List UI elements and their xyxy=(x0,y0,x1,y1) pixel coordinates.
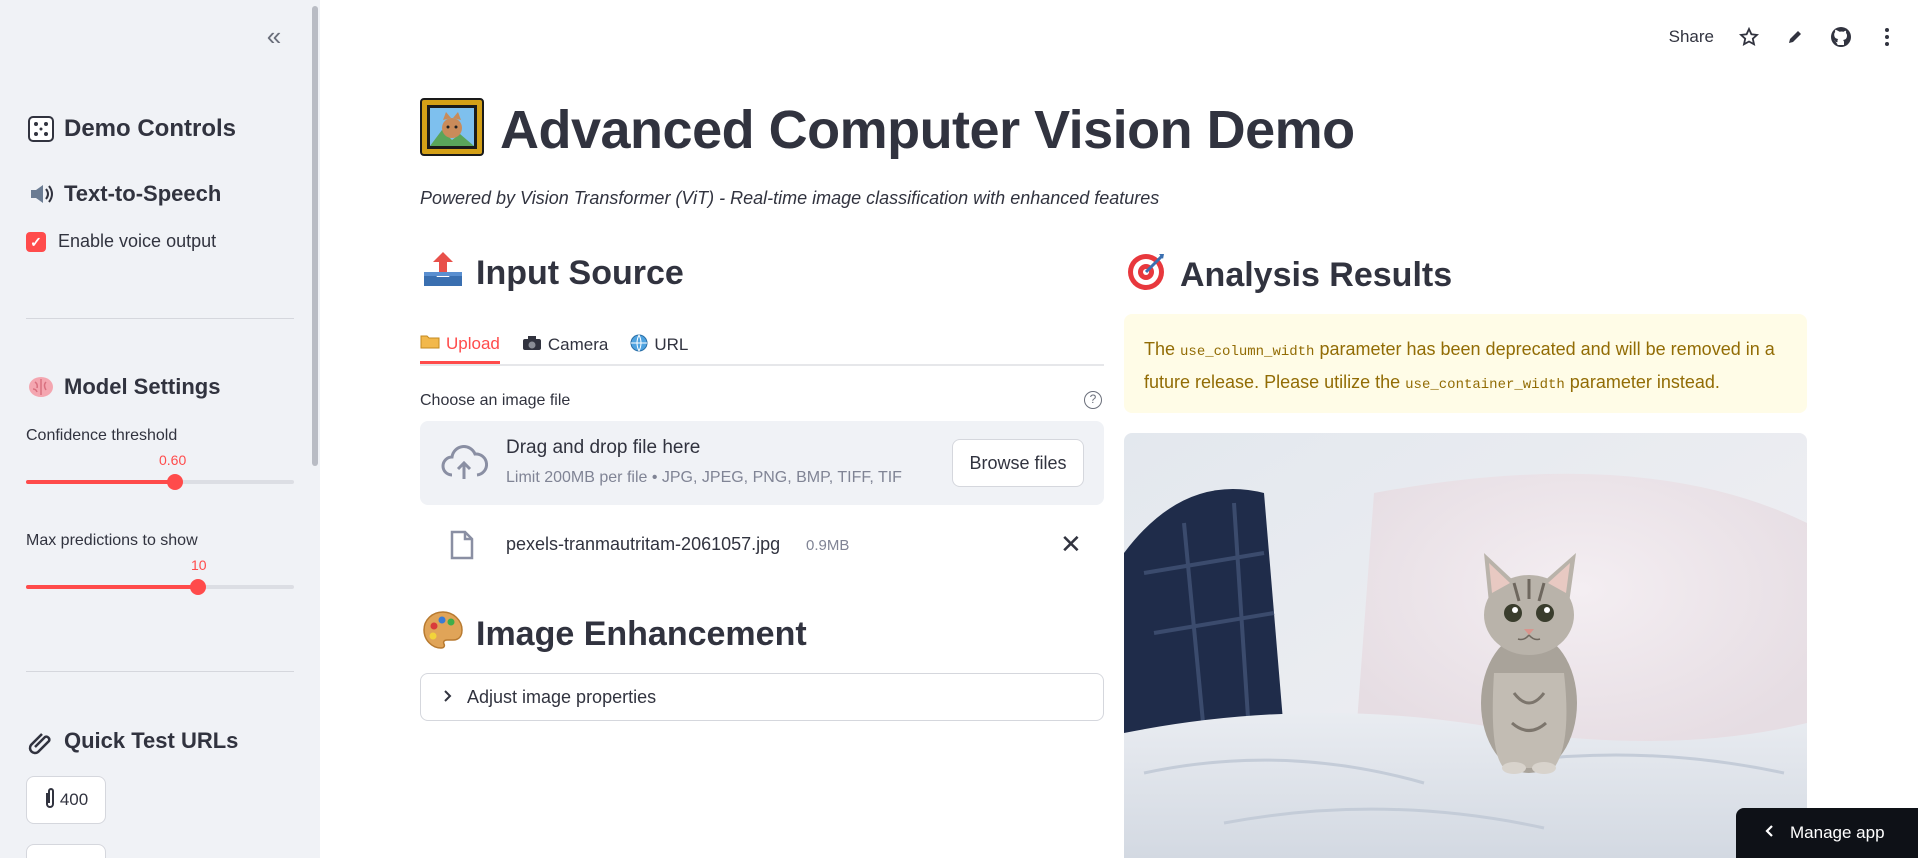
browse-files-button[interactable]: Browse files xyxy=(952,439,1084,487)
star-icon[interactable] xyxy=(1738,26,1760,48)
input-source-label: Input Source xyxy=(476,254,684,292)
confidence-label: Confidence threshold xyxy=(26,427,178,444)
file-icon xyxy=(450,530,474,565)
max-predictions-slider-fill xyxy=(26,585,198,589)
tab-url[interactable]: URL xyxy=(630,326,688,364)
confidence-value: 0.60 xyxy=(159,452,187,468)
chevron-right-icon xyxy=(443,687,453,708)
sidebar: « Demo Controls Text-to-Speech ✓ Enable … xyxy=(0,0,320,858)
max-predictions-label: Max predictions to show xyxy=(26,532,198,549)
confidence-slider-thumb[interactable] xyxy=(166,474,183,490)
quick-test-label: Quick Test URLs xyxy=(64,728,239,753)
manage-app-label: Manage app xyxy=(1790,823,1885,842)
share-button[interactable]: Share xyxy=(1669,27,1714,47)
tab-camera-label: Camera xyxy=(547,335,609,354)
more-menu-icon[interactable] xyxy=(1876,26,1898,48)
adjust-image-label: Adjust image properties xyxy=(467,686,657,707)
globe-icon xyxy=(630,334,648,357)
image-enhancement-label: Image Enhancement xyxy=(476,615,807,653)
demo-controls-label: Demo Controls xyxy=(64,115,237,142)
page-subtitle: Powered by Vision Transformer (ViT) - Re… xyxy=(420,188,1160,208)
brain-icon xyxy=(26,372,56,402)
demo-controls-heading: Demo Controls xyxy=(26,114,236,144)
analysis-results-label: Analysis Results xyxy=(1180,256,1453,294)
uploaded-file-row: pexels-tranmautritam-2061057.jpg 0.9MB ✕ xyxy=(420,528,1104,564)
max-predictions-slider-thumb[interactable] xyxy=(189,579,206,595)
uploaded-file-name: pexels-tranmautritam-2061057.jpg xyxy=(506,534,781,554)
uploaded-file-size: 0.9MB xyxy=(806,537,850,554)
tab-camera[interactable]: Camera xyxy=(522,326,608,364)
quick-url-button[interactable] xyxy=(26,844,106,858)
sidebar-divider xyxy=(26,318,294,319)
max-predictions-value: 10 xyxy=(191,557,207,573)
analysis-results-heading: Analysis Results xyxy=(1126,250,1452,301)
help-icon[interactable]: ? xyxy=(1084,391,1102,409)
tab-upload-label: Upload xyxy=(446,333,500,353)
adjust-image-expander[interactable]: Adjust image properties xyxy=(420,673,1104,721)
edit-icon[interactable] xyxy=(1784,26,1806,48)
tab-upload[interactable]: Upload xyxy=(420,326,500,364)
framed-picture-icon xyxy=(420,98,484,161)
confidence-slider[interactable] xyxy=(26,474,294,490)
model-settings-label: Model Settings xyxy=(64,374,221,399)
confidence-slider-fill xyxy=(26,480,175,484)
folder-icon xyxy=(420,333,440,354)
quick-url-button-label: 400 xyxy=(59,790,89,809)
warning-code: use_column_width xyxy=(1180,344,1315,360)
uploaded-image-kitten xyxy=(1124,433,1807,858)
file-uploader-label: Choose an image file xyxy=(420,392,571,409)
tts-heading: Text-to-Speech xyxy=(26,179,221,209)
sidebar-divider xyxy=(26,671,294,672)
input-source-heading: Input Source xyxy=(422,250,684,297)
dropzone-title: Drag and drop file here xyxy=(506,437,701,458)
cloud-upload-icon xyxy=(440,443,489,488)
manage-app-button[interactable]: Manage app xyxy=(1736,808,1918,858)
page-title-row: Advanced Computer Vision Demo xyxy=(420,98,1355,161)
sidebar-scrollbar[interactable] xyxy=(312,6,318,466)
remove-file-icon[interactable]: ✕ xyxy=(1060,530,1082,558)
top-toolbar: Share xyxy=(1669,26,1898,48)
gamepad-icon xyxy=(26,114,56,144)
chevron-left-icon xyxy=(1764,823,1774,843)
page-title: Advanced Computer Vision Demo xyxy=(500,99,1355,160)
max-predictions-slider[interactable] xyxy=(26,579,294,595)
warning-text: The xyxy=(1144,339,1181,359)
dropzone-limit: Limit 200MB per file • JPG, JPEG, PNG, B… xyxy=(506,469,902,486)
image-enhancement-heading: Image Enhancement xyxy=(422,610,807,659)
deprecation-warning: The use_column_width parameter has been … xyxy=(1124,314,1807,413)
upload-tray-icon xyxy=(422,250,464,297)
model-settings-heading: Model Settings xyxy=(26,372,220,402)
input-tabs: Upload Camera URL xyxy=(420,326,1104,366)
warning-code: use_container_width xyxy=(1405,377,1565,393)
voice-output-checkbox-row[interactable]: ✓ Enable voice output xyxy=(26,231,216,252)
voice-output-label: Enable voice output xyxy=(58,231,217,251)
warning-text: parameter instead. xyxy=(1564,372,1720,392)
voice-output-checkbox[interactable]: ✓ xyxy=(26,231,46,252)
quick-url-button[interactable]: 400 xyxy=(26,776,106,824)
file-dropzone[interactable]: Drag and drop file here Limit 200MB per … xyxy=(420,421,1104,505)
target-icon xyxy=(1126,250,1168,301)
speaker-icon xyxy=(26,179,56,209)
github-icon[interactable] xyxy=(1830,26,1852,48)
paperclip-icon xyxy=(44,787,56,814)
camera-icon xyxy=(522,335,542,356)
quick-test-heading: Quick Test URLs xyxy=(26,726,238,756)
paperclips-icon xyxy=(26,726,56,756)
tab-url-label: URL xyxy=(654,335,689,354)
tts-label: Text-to-Speech xyxy=(64,181,222,206)
palette-icon xyxy=(422,610,464,659)
collapse-sidebar-icon[interactable]: « xyxy=(262,23,286,50)
